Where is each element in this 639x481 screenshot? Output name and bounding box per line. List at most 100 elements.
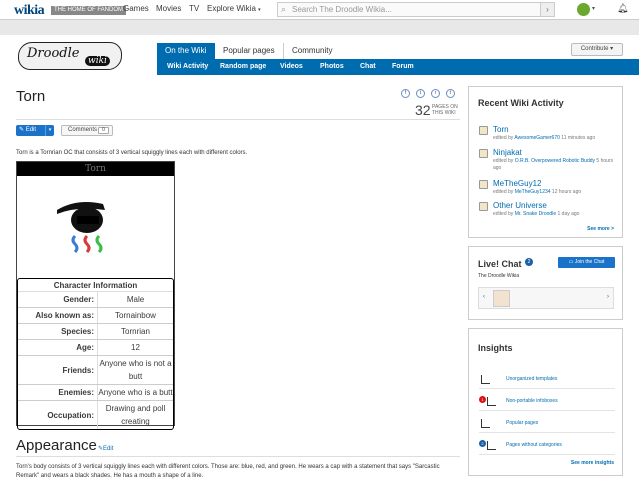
- nav-games[interactable]: Games: [123, 4, 149, 13]
- infobox-key: Gender:: [18, 292, 98, 307]
- infobox-row: Also known as: Tornainbow: [18, 308, 173, 324]
- nav-movies[interactable]: Movies: [156, 4, 181, 13]
- pages-count: 32: [415, 102, 431, 118]
- chat-user-avatar[interactable]: [493, 290, 510, 307]
- reddit-share-icon[interactable]: r: [431, 89, 440, 98]
- subnav-wiki-activity[interactable]: Wiki Activity: [167, 59, 208, 75]
- chevron-left-icon[interactable]: ‹: [483, 294, 485, 300]
- edit-page-icon: [479, 126, 488, 135]
- twitter-share-icon[interactable]: t: [416, 89, 425, 98]
- tab-popular-pages[interactable]: Popular pages: [215, 43, 283, 59]
- subnav-videos[interactable]: Videos: [280, 59, 303, 75]
- search-icon: ⌕: [281, 4, 287, 14]
- infobox-value: Male: [126, 295, 145, 304]
- insights-item-label[interactable]: Pages without categories: [506, 442, 562, 448]
- infobox-key: Enemies:: [18, 385, 98, 400]
- infobox-row: Enemies: Anyone who is a butt: [18, 385, 173, 401]
- infobox-table: Character Information Gender: Male Also k…: [17, 278, 174, 430]
- infobox-key: Also known as:: [18, 308, 98, 323]
- subnav-chat[interactable]: Chat: [360, 59, 376, 75]
- search-placeholder: Search The Droodle Wikia...: [292, 5, 392, 14]
- insights-module: Insights Unorganized templates 1 Non-por…: [468, 328, 623, 476]
- chevron-right-icon[interactable]: ›: [607, 294, 609, 300]
- page-title: Torn: [16, 88, 46, 105]
- insights-item-label[interactable]: Popular pages: [506, 420, 538, 426]
- chevron-down-icon: ▾: [258, 7, 261, 13]
- recent-activity-module: Recent Wiki Activity Torn edited by Awes…: [468, 86, 623, 238]
- global-navigation: wikia THE HOME OF FANDOM Games Movies TV…: [0, 0, 639, 20]
- search-submit-button[interactable]: ›: [540, 3, 554, 16]
- nav-explore-wikia[interactable]: Explore Wikia ▾: [207, 4, 261, 13]
- search-input[interactable]: ⌕ Search The Droodle Wikia... ›: [277, 2, 555, 17]
- activity-title-link[interactable]: MeTheGuy12: [493, 179, 541, 188]
- tab-community[interactable]: Community: [283, 43, 341, 59]
- chart-icon: [481, 375, 490, 384]
- wiki-wordmark[interactable]: Droodle wiki: [18, 42, 122, 70]
- activity-meta: edited by AwesomeGamer670 11 minutes ago: [493, 135, 621, 142]
- section-paragraph: Torn's body consists of 3 vertical squig…: [16, 464, 440, 479]
- infobox-row: Friends: Anyone who is not a butt: [18, 356, 173, 385]
- activity-see-more-link[interactable]: See more >: [587, 226, 614, 232]
- notifications-bell-icon[interactable]: 🔔︎: [617, 3, 628, 14]
- divider: [16, 456, 460, 457]
- join-chat-button[interactable]: ▭ Join the Chat: [558, 257, 615, 268]
- activity-title-link[interactable]: Torn: [493, 125, 509, 134]
- insights-title: Insights: [478, 343, 513, 353]
- insights-item[interactable]: Popular pages: [479, 415, 615, 433]
- subnav-forum[interactable]: Forum: [392, 59, 414, 75]
- activity-pre: edited by: [493, 211, 515, 217]
- wikia-tagline: THE HOME OF FANDOM: [51, 6, 126, 15]
- wordmark-sub: wiki: [85, 56, 110, 66]
- activity-user-link[interactable]: MeTheGuy1234: [515, 189, 551, 195]
- section-edit-link[interactable]: ✎Edit: [98, 445, 113, 452]
- recent-activity-title: Recent Wiki Activity: [478, 98, 564, 108]
- infobox-value: Tornrian: [121, 327, 150, 336]
- infobox-value: Anyone who is a butt: [98, 388, 173, 397]
- infobox-key: Occupation:: [18, 401, 98, 429]
- chevron-down-icon[interactable]: ▾: [592, 5, 595, 12]
- chat-user-count: 2: [525, 258, 533, 266]
- activity-user-link[interactable]: AwesomeGamer670: [514, 135, 560, 141]
- nav-tv[interactable]: TV: [189, 4, 199, 13]
- insights-item[interactable]: Unorganized templates: [479, 371, 615, 389]
- chart-icon: [487, 397, 496, 406]
- chart-icon: [487, 441, 496, 450]
- activity-title-link[interactable]: Ninjakat: [493, 148, 522, 157]
- activity-time: 11 minutes ago: [559, 135, 596, 141]
- infobox-value: Drawing and poll creating: [105, 404, 166, 426]
- chevron-down-icon[interactable]: ▾: [45, 125, 54, 136]
- infobox-header: Character Information: [18, 279, 173, 292]
- activity-user-link[interactable]: Mr. Snake Droodle: [515, 211, 556, 217]
- section-edit-label: Edit: [103, 446, 114, 452]
- facebook-share-icon[interactable]: f: [401, 89, 410, 98]
- user-avatar[interactable]: [577, 3, 590, 16]
- insights-item[interactable]: 2 Pages without categories: [479, 437, 615, 455]
- infobox-row: Species: Tornrian: [18, 324, 173, 340]
- insights-item[interactable]: 1 Non-portable infoboxes: [479, 393, 615, 411]
- activity-time: 12 hours ago: [550, 189, 582, 195]
- insights-badge: 1: [479, 396, 486, 403]
- contribute-button[interactable]: Contribute ▾: [571, 43, 623, 56]
- wikia-logo[interactable]: wikia: [14, 3, 45, 19]
- subnav-photos[interactable]: Photos: [320, 59, 344, 75]
- activity-title-link[interactable]: Other Universe: [493, 201, 547, 210]
- insights-item-label[interactable]: Non-portable infoboxes: [506, 398, 558, 404]
- activity-meta: edited by MeTheGuy1234 12 hours ago: [493, 189, 621, 196]
- edit-page-icon: [479, 202, 488, 211]
- edit-button[interactable]: ✎ Edit ▾: [16, 125, 54, 136]
- insights-item-label[interactable]: Unorganized templates: [506, 376, 557, 382]
- insights-see-more-link[interactable]: See more insights: [571, 460, 614, 466]
- tab-on-the-wiki[interactable]: On the Wiki: [157, 43, 215, 59]
- subnav-random-page[interactable]: Random page: [220, 59, 266, 75]
- nav-explore-label: Explore Wikia: [207, 4, 256, 13]
- comments-button[interactable]: Comments 0: [61, 125, 113, 136]
- activity-meta: edited by O.R.B. Overpowered Robotic Bud…: [493, 158, 621, 172]
- edit-page-icon: [479, 149, 488, 158]
- tumblr-share-icon[interactable]: t: [446, 89, 455, 98]
- chat-module: Live! Chat 2 ▭ Join the Chat The Droodle…: [468, 246, 623, 320]
- activity-user-link[interactable]: O.R.B. Overpowered Robotic Buddy: [515, 158, 595, 164]
- infobox-value: Tornainbow: [115, 311, 156, 320]
- infobox-title: Torn: [17, 162, 174, 176]
- edit-page-icon: [479, 180, 488, 189]
- chevron-down-icon: ▾: [610, 46, 614, 52]
